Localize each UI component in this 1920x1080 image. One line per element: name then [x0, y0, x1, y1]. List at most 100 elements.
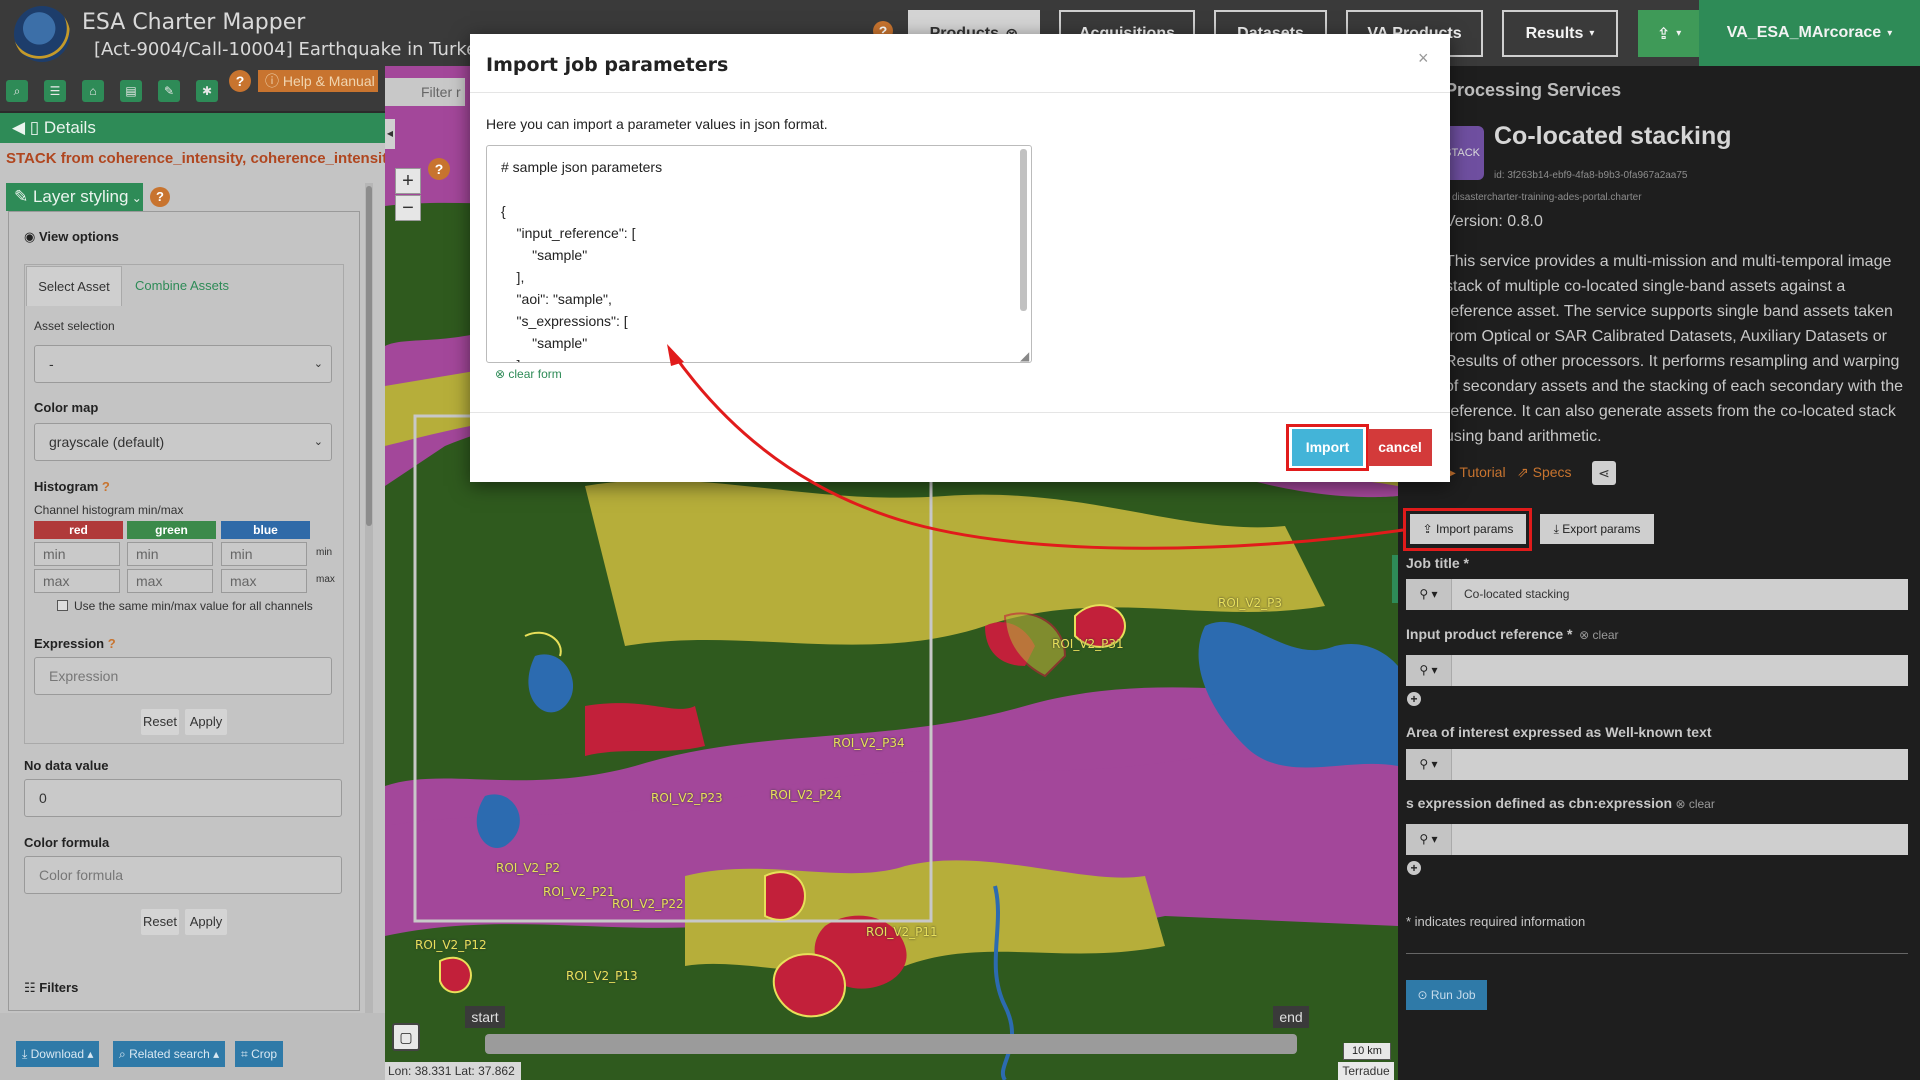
caret-down-icon: ▾ — [1887, 27, 1893, 39]
collapse-left-panel[interactable]: ◀ — [385, 119, 395, 149]
input-reference-text: Input product reference * — [1406, 626, 1573, 642]
chevron-down-icon: ⌄ — [313, 358, 323, 370]
related-search-button[interactable]: ⌕ Related search ▴ — [113, 1041, 226, 1067]
details-header[interactable]: ◀ ▯ Details — [0, 113, 385, 143]
wand-icon[interactable]: ⚲ ▾ — [1406, 824, 1452, 855]
color-map-select[interactable]: grayscale (default) ⌄ — [34, 423, 332, 461]
asset-selection-value: - — [49, 356, 54, 372]
upload-icon: ⇪ — [1656, 25, 1671, 43]
wand-icon[interactable]: ⚲ ▾ — [1406, 655, 1452, 686]
help-icon[interactable]: ? — [428, 158, 450, 180]
download-label: Download — [30, 1047, 85, 1061]
clear-link[interactable]: ⊗ clear — [1572, 628, 1618, 642]
help-manual-button[interactable]: ⓘ Help & Manual — [258, 70, 378, 92]
search-icon: ⌕ — [119, 1047, 130, 1061]
help-icon[interactable]: ? — [104, 636, 116, 651]
left-scrollbar-thumb[interactable] — [366, 186, 372, 526]
color-formula-reset-button[interactable]: Reset — [141, 909, 179, 935]
color-formula-apply-button[interactable]: Apply — [185, 909, 227, 935]
map-label: ROI_V2_P12 — [415, 938, 487, 952]
user-name: VA_ESA_MArcorace — [1726, 24, 1882, 41]
related-search-label: Related search — [129, 1047, 210, 1061]
zoom-in-button[interactable]: + — [395, 168, 421, 194]
blue-max-input[interactable]: max — [221, 569, 307, 593]
timeline-slider[interactable] — [485, 1034, 1297, 1054]
input-reference-field[interactable]: ⚲ ▾ — [1406, 655, 1908, 686]
list-tool-icon[interactable]: ☰ — [44, 80, 66, 102]
specs-link[interactable]: ⇗ Specs — [1517, 464, 1572, 481]
service-id: id: 3f263b14-ebf9-4fa8-b9b3-0fa967a2aa75 — [1494, 170, 1688, 181]
map-label: ROI_V2_P21 — [543, 885, 615, 899]
no-data-label: No data value — [24, 758, 109, 773]
crop-button[interactable]: ⌗ Crop — [235, 1041, 284, 1067]
gear-tool-icon[interactable]: ✱ — [196, 80, 218, 102]
asset-selection-select[interactable]: - ⌄ — [34, 345, 332, 383]
filters-toggle[interactable]: ☷ Filters — [24, 980, 78, 996]
help-icon[interactable]: ? — [150, 187, 170, 207]
green-min-input[interactable]: min — [127, 542, 213, 566]
resize-handle-icon[interactable]: ◢ — [1020, 349, 1032, 363]
zoom-out-button[interactable]: − — [395, 195, 421, 221]
red-max-input[interactable]: max — [34, 569, 120, 593]
run-job-label: Run Job — [1430, 988, 1476, 1002]
same-minmax-checkbox[interactable] — [57, 600, 68, 611]
red-min-input[interactable]: min — [34, 542, 120, 566]
clear-link[interactable]: ⊗ clear — [1672, 797, 1714, 811]
layer-styling-toggle[interactable]: ✎ Layer styling ⌄ — [6, 183, 143, 211]
clear-form-link[interactable]: ⊗ clear form — [495, 367, 562, 381]
timeline-end[interactable]: end — [1273, 1006, 1309, 1028]
service-version: Version: 0.8.0 — [1445, 213, 1543, 230]
download-button[interactable]: ⤓ Download ▴ — [16, 1041, 100, 1067]
expression-apply-button[interactable]: Apply — [185, 709, 227, 735]
run-job-button[interactable]: ⊙ Run Job — [1406, 980, 1487, 1010]
layer-switch-button[interactable]: ▢ — [392, 1023, 420, 1051]
caret-down-icon: ▾ — [1589, 28, 1595, 39]
expression-input[interactable]: Expression — [34, 657, 332, 695]
color-map-value: grayscale (default) — [49, 434, 165, 450]
wand-icon[interactable]: ⚲ ▾ — [1406, 749, 1452, 780]
export-params-button[interactable]: ⤓ Export params — [1540, 514, 1654, 544]
tab-select-asset[interactable]: Select Asset — [26, 266, 122, 306]
help-icon[interactable]: ? — [98, 479, 110, 494]
color-formula-input[interactable]: Color formula — [24, 856, 342, 894]
json-params-textarea[interactable]: # sample json parameters { "input_refere… — [486, 145, 1032, 363]
view-options-label[interactable]: ◉ View options — [24, 229, 119, 245]
add-expression-icon[interactable]: + — [1407, 861, 1421, 875]
input-reference-label: Input product reference * ⊗ clear — [1406, 626, 1619, 642]
expression-reset-button[interactable]: Reset — [141, 709, 179, 735]
aoi-field[interactable]: ⚲ ▾ — [1406, 749, 1908, 780]
cancel-button[interactable]: cancel — [1368, 429, 1432, 466]
close-icon[interactable]: × — [1418, 48, 1429, 69]
wand-icon[interactable]: ⚲ ▾ — [1406, 579, 1452, 610]
map-label: ROI_V2_P22 — [612, 897, 684, 911]
max-label: max — [316, 574, 335, 585]
layer-styling-label: Layer styling — [32, 187, 129, 206]
blue-min-input[interactable]: min — [221, 542, 307, 566]
help-icon[interactable]: ? — [229, 70, 251, 92]
share-icon[interactable]: ⋖ — [1592, 461, 1616, 485]
basket-tool-icon[interactable]: ⌂ — [82, 80, 104, 102]
pencil-tool-icon[interactable]: ✎ — [158, 80, 180, 102]
green-max-input[interactable]: max — [127, 569, 213, 593]
service-description: This service provides a multi-mission an… — [1445, 253, 1904, 445]
filters-label: Filters — [39, 980, 79, 995]
no-data-input[interactable]: 0 — [24, 779, 342, 817]
job-title-label: Job title * — [1406, 555, 1470, 571]
export-params-label: Export params — [1562, 522, 1641, 536]
add-input-icon[interactable]: + — [1407, 692, 1421, 706]
search-tool-icon[interactable]: ⌕ — [6, 80, 28, 102]
job-title-field[interactable]: ⚲ ▾ Co-located stacking — [1406, 579, 1908, 610]
tutorial-link[interactable]: ▶ Tutorial — [1445, 464, 1506, 481]
s-expression-field[interactable]: ⚲ ▾ — [1406, 824, 1908, 855]
histogram-text: Histogram — [34, 479, 99, 494]
panel-edge — [1392, 555, 1398, 603]
inbox-tool-icon[interactable]: ▤ — [120, 80, 142, 102]
map-filter-input[interactable]: Filter r — [385, 78, 465, 106]
upload-button[interactable]: ⇪ ▾ — [1638, 10, 1700, 57]
tab-combine-assets[interactable]: Combine Assets — [126, 266, 238, 306]
user-menu[interactable]: VA_ESA_MArcorace ▾ — [1699, 0, 1920, 66]
timeline-start[interactable]: start — [465, 1006, 505, 1028]
specs-label: Specs — [1532, 464, 1572, 480]
textarea-scrollbar[interactable] — [1020, 149, 1027, 311]
nav-results-button[interactable]: Results ▾ — [1502, 10, 1618, 57]
